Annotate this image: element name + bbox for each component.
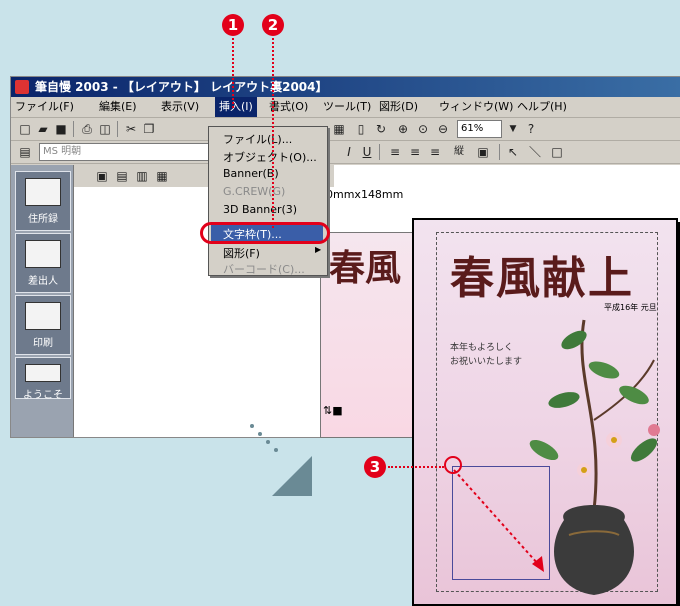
side-panel: 住所録 差出人 印刷 ようこそ	[11, 165, 74, 437]
menu-insert-shape[interactable]: 図形(F)	[223, 245, 260, 261]
toolbar-divider	[117, 121, 118, 137]
submenu-arrow-icon: ▶	[315, 245, 322, 254]
menu-view[interactable]: 表示(V)	[161, 97, 199, 117]
text-style-icon[interactable]: ▤	[17, 144, 33, 160]
menu-bar: ファイル(F) 編集(E) 表示(V) 挿入(I) 書式(O) ツール(T) 図…	[11, 97, 680, 118]
zoom-fit-icon[interactable]: ⊙	[415, 121, 431, 137]
menu-insert-barcode: バーコード(C)...	[223, 263, 305, 276]
sidebar-item-sender[interactable]: 差出人	[15, 233, 71, 293]
toolbar-divider	[379, 144, 380, 160]
insert-menu: ファイル(L)... オブジェクト(O)... Banner(B) G.CREW…	[208, 126, 328, 276]
line-tool-icon[interactable]: ＼	[527, 144, 543, 160]
zoom-select[interactable]: 61%	[457, 120, 502, 138]
step-badge-3: 3	[364, 456, 386, 478]
address-book-icon	[25, 178, 61, 206]
copy-icon[interactable]: ❐	[141, 121, 157, 137]
pointer-line-2	[272, 38, 274, 228]
menu-help[interactable]: ヘルプ(H)	[517, 97, 567, 117]
menu-format[interactable]: 書式(O)	[269, 97, 308, 117]
front-view-icon[interactable]: ▥	[134, 168, 150, 184]
back-view-icon[interactable]: ▦	[154, 168, 170, 184]
save-icon[interactable]: ■	[53, 121, 69, 137]
italic-icon[interactable]: I	[341, 144, 357, 160]
page-icon[interactable]: ▯	[353, 121, 369, 137]
menu-insert-3d-banner[interactable]: 3D Banner(3)	[223, 203, 297, 216]
sidebar-item-label: 差出人	[28, 276, 58, 287]
greeting-line-1: 本年もよろしく	[450, 343, 514, 353]
title-bar: 筆自慢 2003 - 【レイアウト】 レイアウト裏2004】	[11, 77, 680, 97]
select-arrow-icon[interactable]: ↖	[505, 144, 521, 160]
rect-tool-icon[interactable]: □	[549, 144, 565, 160]
sidebar-item-print[interactable]: 印刷	[15, 295, 71, 355]
align-right-icon[interactable]: ≡	[427, 144, 443, 160]
sidebar-item-address-book[interactable]: 住所録	[15, 171, 71, 231]
text-direction-icon[interactable]: ⇅■	[323, 404, 343, 417]
transition-arrow-icon	[250, 424, 312, 496]
menu-insert-object[interactable]: オブジェクト(O)...	[223, 149, 317, 165]
toolbar-divider	[73, 121, 74, 137]
grid-icon[interactable]: ▦	[331, 121, 347, 137]
pointer-line-1	[232, 38, 234, 108]
menu-shape[interactable]: 図形(D)	[379, 97, 418, 117]
menu-edit[interactable]: 編集(E)	[99, 97, 137, 117]
card-back-title: 春風	[329, 247, 402, 289]
align-center-icon[interactable]: ≡	[407, 144, 423, 160]
layout-icon[interactable]: ▣	[94, 168, 110, 184]
menu-insert-gcrew: G.CREW(G)	[223, 185, 286, 198]
menu-file[interactable]: ファイル(F)	[15, 97, 74, 117]
address-view-icon[interactable]: ▤	[114, 168, 130, 184]
sidebar-item-label: 住所録	[28, 214, 58, 225]
menu-window[interactable]: ウィンドウ(W)	[439, 97, 513, 117]
menu-insert[interactable]: 挿入(I)	[215, 97, 257, 117]
pointer-line-3	[388, 466, 444, 468]
sidebar-item-label: 印刷	[33, 338, 53, 349]
rotate-icon[interactable]: ↻	[373, 121, 389, 137]
menu-tools[interactable]: ツール(T)	[323, 97, 371, 117]
card-title: 春風献上	[450, 253, 634, 304]
menu-insert-banner[interactable]: Banner(B)	[223, 167, 279, 180]
print-icon[interactable]: ⎙	[79, 121, 95, 137]
open-folder-icon[interactable]: ▰	[35, 121, 51, 137]
frame-icon[interactable]: ▣	[475, 144, 491, 160]
drag-arrow	[453, 469, 544, 572]
sidebar-item-welcome[interactable]: ようこそ	[15, 357, 71, 401]
align-left-icon[interactable]: ≡	[387, 144, 403, 160]
sidebar-item-label: ようこそ	[23, 390, 63, 401]
highlight-oval	[200, 222, 330, 244]
cut-icon[interactable]: ✂	[123, 121, 139, 137]
printer-icon	[25, 302, 61, 330]
menu-insert-file[interactable]: ファイル(L)...	[223, 131, 292, 147]
sender-icon	[25, 240, 61, 268]
standard-toolbar: □ ▰ ■ ⎙ ◫ ✂ ❐ ▦ ▯ ↻ ⊕ ⊙ ⊖ 61% ▼ ?	[11, 118, 680, 141]
dropdown-arrow-icon[interactable]: ▼	[505, 121, 521, 137]
step-badge-1: 1	[222, 14, 244, 36]
new-file-icon[interactable]: □	[17, 121, 33, 137]
format-toolbar: ▤ MS 明朝 I U ≡ ≡ ≡ 縦 ▣ ↖ ＼ □	[11, 141, 680, 164]
greeting-line-2: お祝いいたします	[450, 357, 523, 367]
preview-icon[interactable]: ◫	[97, 121, 113, 137]
help-pointer-icon[interactable]: ?	[523, 121, 539, 137]
welcome-icon	[25, 364, 61, 382]
zoom-out-icon[interactable]: ⊖	[435, 121, 451, 137]
step-badge-2: 2	[262, 14, 284, 36]
paper-size-label: 0mmx148mm	[326, 188, 404, 201]
toolbar-divider	[499, 144, 500, 160]
zoom-in-icon[interactable]: ⊕	[395, 121, 411, 137]
underline-icon[interactable]: U	[359, 144, 375, 160]
window-title: 筆自慢 2003 - 【レイアウト】 レイアウト裏2004】	[35, 80, 328, 94]
vertical-text-icon[interactable]: 縦	[451, 144, 467, 160]
app-icon	[15, 80, 29, 94]
